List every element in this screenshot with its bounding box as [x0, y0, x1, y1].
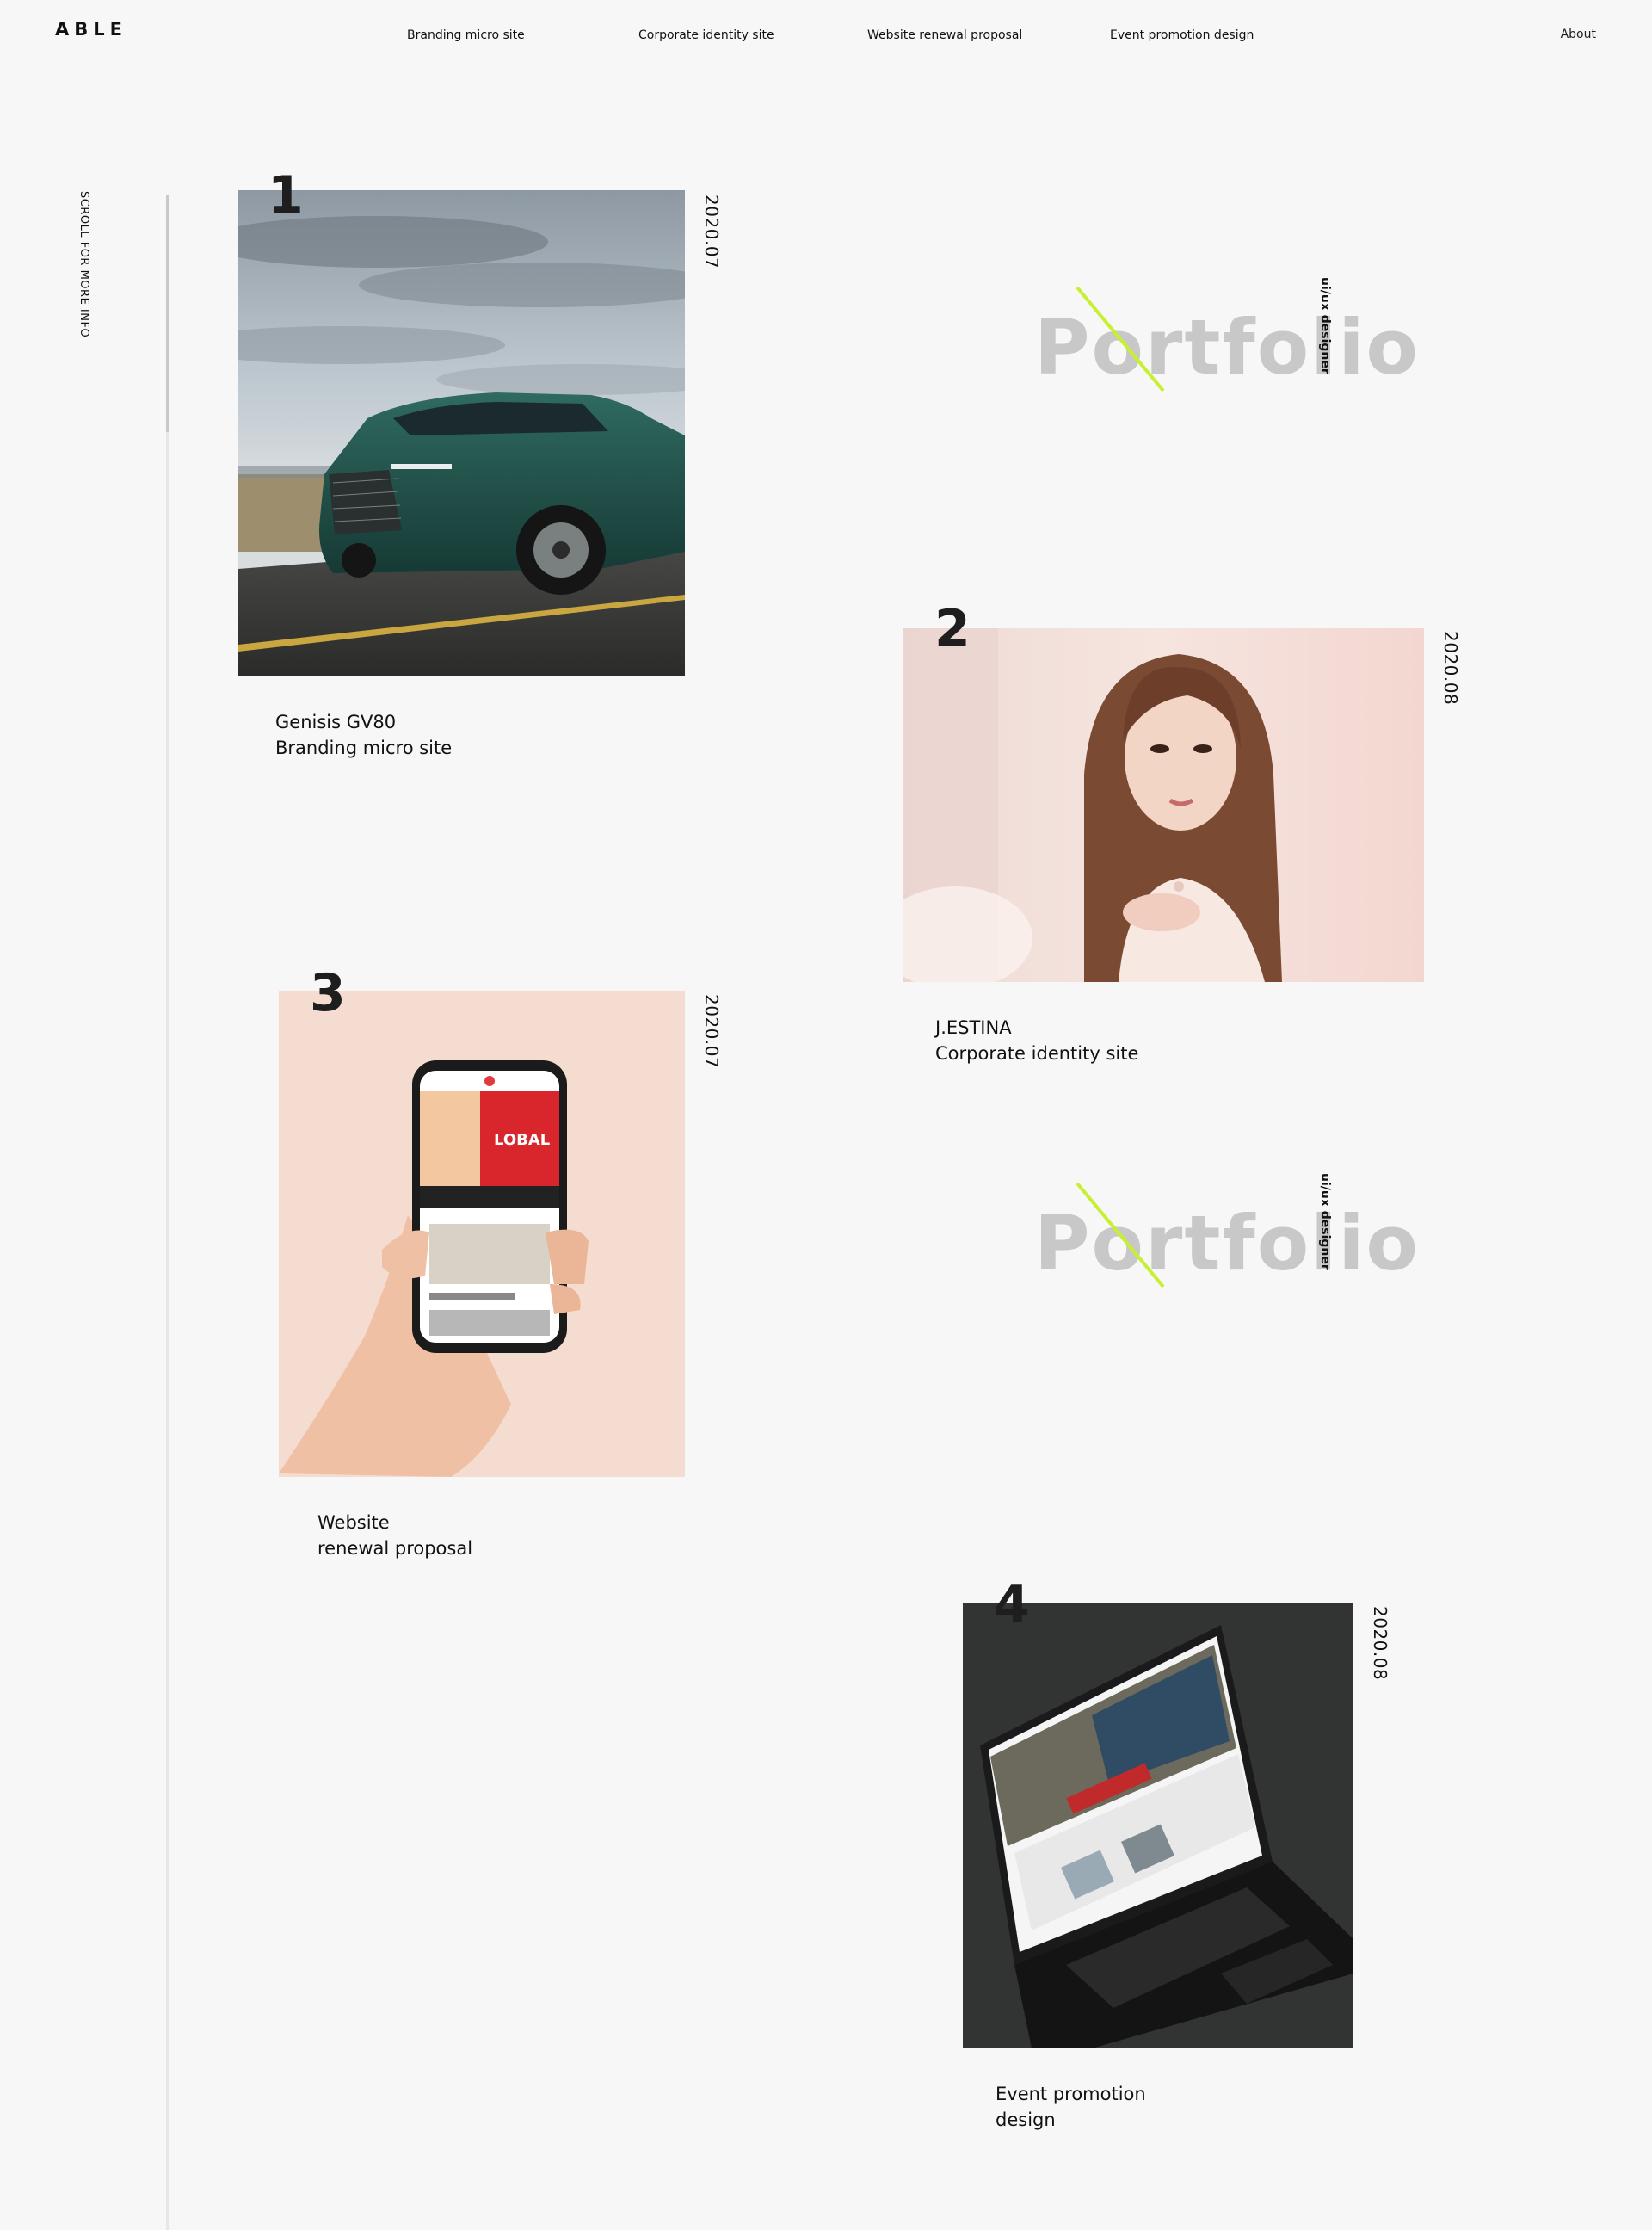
scroll-track[interactable]	[166, 195, 169, 2230]
card-3-title[interactable]: Website renewal proposal	[317, 1510, 472, 1561]
card-3-title-line1: Website	[317, 1512, 390, 1533]
card-2-image[interactable]	[903, 628, 1424, 982]
card-2-number: 2	[934, 599, 971, 659]
portfolio-subtitle: ui/ux designer	[1318, 277, 1332, 374]
card-2-title-line2: Corporate identity site	[935, 1043, 1139, 1064]
portfolio-subtitle: ui/ux designer	[1318, 1173, 1332, 1270]
nav-event-promotion-design[interactable]: Event promotion design	[1110, 28, 1254, 42]
card-3-title-line2: renewal proposal	[317, 1538, 473, 1559]
card-4-title-line2: design	[996, 2110, 1056, 2130]
card-4-image[interactable]	[963, 1603, 1353, 2048]
card-2-title[interactable]: J.ESTINA Corporate identity site	[935, 1015, 1138, 1066]
nav-branding-micro-site[interactable]: Branding micro site	[407, 28, 525, 42]
laptop-photo	[963, 1603, 1353, 2048]
nav-website-renewal-proposal[interactable]: Website renewal proposal	[867, 28, 1022, 42]
card-4-title[interactable]: Event promotion design	[996, 2081, 1146, 2133]
card-2-date: 2020.08	[1440, 631, 1461, 706]
portfolio-mark-1: Portfolio ui/ux designer	[1034, 277, 1418, 423]
about-link[interactable]: About	[1561, 28, 1596, 41]
accent-slash-icon	[1076, 1182, 1165, 1288]
phone-in-hand-photo: LOBAL	[279, 991, 685, 1477]
card-1-title-line2: Branding micro site	[275, 738, 453, 758]
suv-photo	[238, 190, 685, 676]
card-1-title-line1: Genisis GV80	[275, 712, 397, 732]
nav-corporate-identity-site[interactable]: Corporate identity site	[638, 28, 774, 42]
scroll-hint: SCROLL FOR MORE INFO	[77, 191, 90, 338]
card-1-title[interactable]: Genisis GV80 Branding micro site	[275, 709, 452, 761]
card-4-number: 4	[994, 1575, 1030, 1635]
card-1-image[interactable]	[238, 190, 685, 676]
card-3-date: 2020.07	[701, 994, 722, 1069]
portfolio-mark-2: Portfolio ui/ux designer	[1034, 1173, 1418, 1319]
svg-text:LOBAL: LOBAL	[494, 1131, 550, 1149]
scroll-thumb[interactable]	[166, 195, 169, 432]
logo[interactable]: ABLE	[55, 19, 127, 40]
card-1-number: 1	[268, 165, 304, 225]
card-4-date: 2020.08	[1370, 1606, 1390, 1681]
card-3-image[interactable]: LOBAL	[279, 991, 685, 1477]
accent-slash-icon	[1076, 286, 1165, 392]
card-1-date: 2020.07	[701, 195, 722, 269]
card-4-title-line1: Event promotion	[996, 2084, 1146, 2104]
card-3-number: 3	[310, 963, 346, 1023]
card-2-title-line1: J.ESTINA	[935, 1017, 1012, 1038]
portrait-photo	[903, 628, 1424, 982]
